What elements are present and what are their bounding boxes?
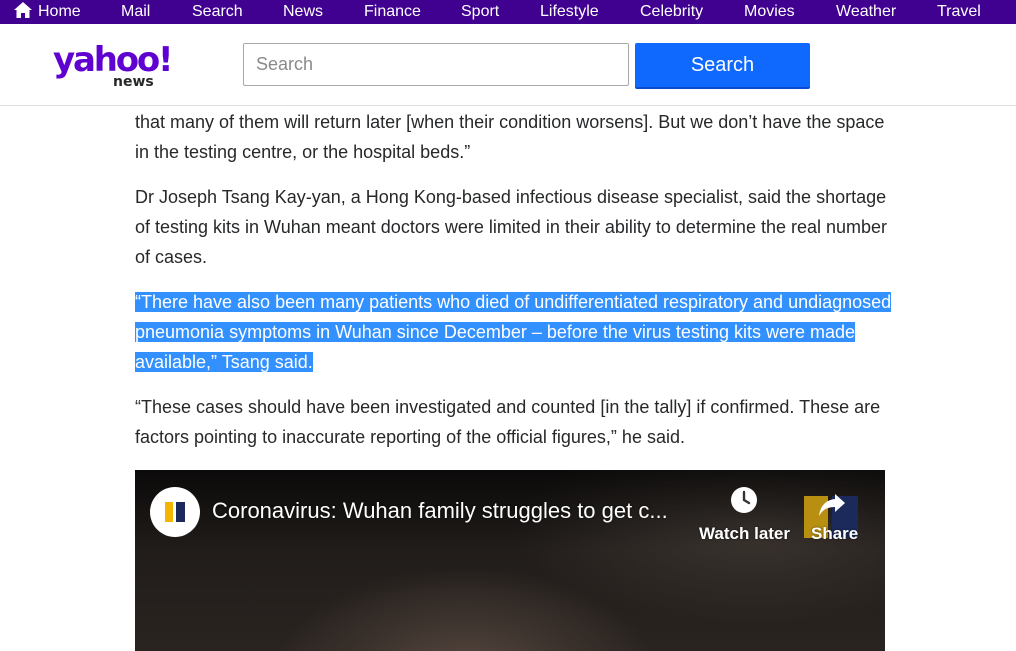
embedded-video-player[interactable]: Coronavirus: Wuhan family struggles to g… xyxy=(135,470,885,651)
article-paragraph-selected: “There have also been many patients who … xyxy=(135,287,895,377)
nav-item-weather[interactable]: Weather xyxy=(836,0,896,24)
nav-item-home[interactable]: Home xyxy=(14,0,81,24)
search-button[interactable]: Search xyxy=(635,43,810,87)
nav-item-mail[interactable]: Mail xyxy=(121,0,150,24)
watch-later-label: Watch later xyxy=(699,524,791,543)
logo-subtitle: news xyxy=(113,74,154,90)
channel-logo-right xyxy=(176,502,185,522)
share-button[interactable]: Share xyxy=(803,494,859,546)
nav-item-celebrity[interactable]: Celebrity xyxy=(640,0,703,24)
article-paragraph: that many of them will return later [whe… xyxy=(135,112,885,162)
channel-avatar-icon[interactable] xyxy=(150,487,200,537)
channel-logo-left xyxy=(165,502,173,522)
nav-item-lifestyle[interactable]: Lifestyle xyxy=(540,0,599,24)
home-icon xyxy=(14,2,32,18)
share-arrow-icon xyxy=(819,494,845,516)
watch-later-button[interactable]: Watch later xyxy=(696,486,792,546)
nav-item-finance[interactable]: Finance xyxy=(364,0,421,24)
nav-item-search[interactable]: Search xyxy=(192,0,243,24)
video-title[interactable]: Coronavirus: Wuhan family struggles to g… xyxy=(212,496,668,526)
nav-item-label: Home xyxy=(38,3,81,20)
yahoo-news-logo[interactable]: yahoo! news xyxy=(53,40,174,92)
nav-item-news[interactable]: News xyxy=(283,0,323,24)
article-paragraph: Dr Joseph Tsang Kay-yan, a Hong Kong-bas… xyxy=(135,187,888,267)
article-body: that many of them will return later [whe… xyxy=(135,106,895,467)
search-input[interactable] xyxy=(243,43,629,86)
logo-wordmark: yahoo! xyxy=(53,40,174,80)
nav-item-sport[interactable]: Sport xyxy=(461,0,499,24)
nav-item-movies[interactable]: Movies xyxy=(744,0,795,24)
selected-text: “There have also been many patients who … xyxy=(135,292,892,372)
article-paragraph: “These cases should have been investigat… xyxy=(135,397,881,447)
share-label: Share xyxy=(811,524,859,543)
clock-icon xyxy=(731,487,757,513)
site-header: yahoo! news Search xyxy=(0,24,1016,106)
top-navigation-bar: Home Mail Search News Finance Sport Life… xyxy=(0,0,1016,24)
nav-item-travel[interactable]: Travel xyxy=(937,0,981,24)
